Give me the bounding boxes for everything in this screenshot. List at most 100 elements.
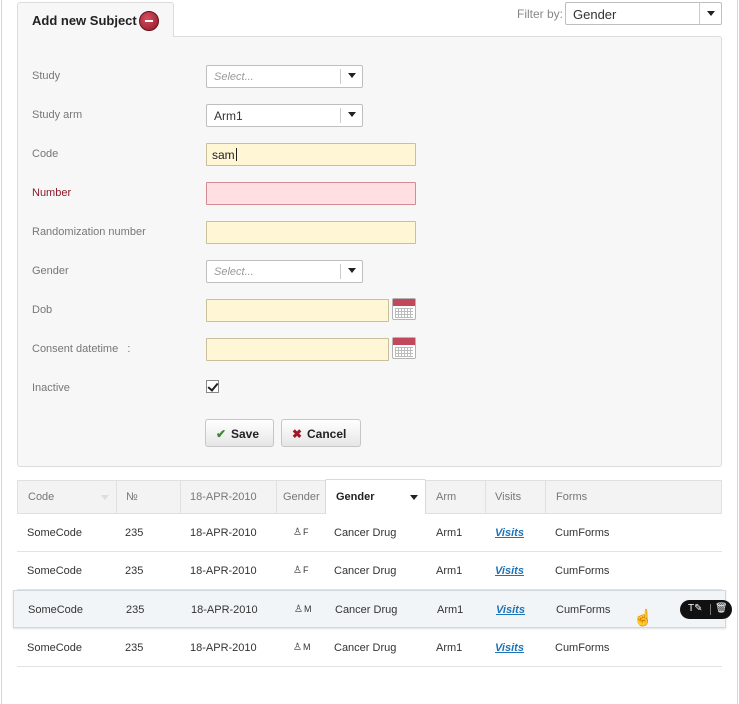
- filter-select[interactable]: Gender: [565, 2, 722, 25]
- save-button-label: Save: [231, 427, 260, 441]
- study-arm-select[interactable]: Arm1: [206, 104, 363, 127]
- divider: [710, 604, 711, 615]
- cell-arm: Arm1: [436, 527, 463, 539]
- number-label: Number: [32, 187, 72, 199]
- table-row[interactable]: SomeCode 235 18-APR-2010 ♙F Cancer Drug …: [17, 514, 722, 552]
- chevron-down-icon[interactable]: [340, 264, 362, 279]
- study-arm-value: Arm1: [214, 109, 243, 123]
- study-label: Study: [32, 70, 61, 82]
- gender-male-icon: ♙M: [294, 604, 313, 615]
- cell-code: SomeCode: [27, 642, 83, 654]
- calendar-grid: [395, 308, 413, 318]
- row-tools: T✎ 🗑: [680, 600, 732, 619]
- cell-gender: Cancer Drug: [335, 604, 398, 616]
- save-button[interactable]: ✔ Save: [205, 419, 274, 447]
- column-header-visits[interactable]: Visits: [495, 491, 521, 503]
- chevron-down-icon[interactable]: [340, 108, 362, 123]
- code-input-value: sam: [212, 148, 235, 162]
- calendar-icon[interactable]: [392, 337, 416, 359]
- visits-link[interactable]: Visits: [495, 565, 524, 577]
- column-header-arm[interactable]: Arm: [436, 491, 456, 503]
- chevron-down-icon[interactable]: [699, 3, 721, 24]
- column-header-code[interactable]: Code: [28, 491, 54, 503]
- cell-code: SomeCode: [27, 565, 83, 577]
- gender-icon-letter: F: [302, 565, 310, 575]
- column-header-gender: Gender: [336, 491, 375, 503]
- cancel-button[interactable]: ✖ Cancel: [281, 419, 361, 447]
- sort-arrow-icon[interactable]: [101, 495, 109, 500]
- trash-icon[interactable]: 🗑: [715, 603, 728, 614]
- add-subject-form-panel: [17, 36, 722, 467]
- calendar-header: [393, 299, 415, 306]
- dob-label: Dob: [32, 304, 53, 316]
- dob-input[interactable]: [206, 299, 389, 322]
- column-divider: [180, 481, 181, 513]
- tab-label: Add new Subject: [32, 13, 137, 28]
- tab-add-new-subject[interactable]: Add new Subject: [17, 2, 174, 37]
- code-label: Code: [32, 148, 59, 160]
- table-row-highlighted[interactable]: SomeCode 235 18-APR-2010 ♙M Cancer Drug …: [13, 590, 726, 628]
- randomization-number-input[interactable]: [206, 221, 416, 244]
- cell-gender: Cancer Drug: [334, 527, 397, 539]
- cell-number: 235: [125, 642, 144, 654]
- column-header-date[interactable]: 18-APR-2010: [190, 491, 257, 503]
- cell-date: 18-APR-2010: [190, 527, 257, 539]
- column-header-number[interactable]: №: [126, 491, 138, 503]
- calendar-header: [393, 338, 415, 345]
- consent-datetime-input[interactable]: [206, 338, 389, 361]
- cell-gender: Cancer Drug: [334, 565, 397, 577]
- close-icon: ✖: [292, 427, 303, 441]
- cell-arm: Arm1: [437, 604, 464, 616]
- cell-date: 18-APR-2010: [191, 604, 258, 616]
- gender-select-placeholder: Select...: [214, 266, 254, 278]
- column-divider: [545, 481, 546, 513]
- table-row[interactable]: SomeCode 235 18-APR-2010 ♙M Cancer Drug …: [17, 629, 722, 667]
- cell-forms: CumForms: [556, 604, 611, 616]
- gender-select[interactable]: Select...: [206, 260, 363, 283]
- chevron-down-icon[interactable]: [410, 495, 418, 500]
- calendar-icon[interactable]: [392, 298, 416, 320]
- column-header-gender-icon[interactable]: Gender: [283, 491, 320, 503]
- number-input[interactable]: [206, 182, 416, 205]
- column-header-gender-active[interactable]: Gender: [325, 479, 426, 514]
- table-header: Code № 18-APR-2010 Gender Gender Arm Vis…: [17, 479, 722, 514]
- cell-gender: Cancer Drug: [334, 642, 397, 654]
- cell-date: 18-APR-2010: [190, 642, 257, 654]
- study-arm-label: Study arm: [32, 109, 83, 121]
- table-row[interactable]: SomeCode 235 18-APR-2010 ♙F Cancer Drug …: [17, 552, 722, 590]
- gender-icon-letter: M: [302, 642, 312, 652]
- chevron-down-icon[interactable]: [340, 69, 362, 84]
- text-caret: [235, 148, 237, 161]
- cell-forms: CumForms: [555, 642, 610, 654]
- inactive-label: Inactive: [32, 382, 70, 394]
- column-divider: [276, 481, 277, 513]
- text-edit-icon[interactable]: T✎: [688, 603, 703, 614]
- cell-arm: Arm1: [436, 642, 463, 654]
- collapse-minus-icon[interactable]: [139, 11, 159, 31]
- column-divider: [116, 481, 117, 513]
- column-header-forms[interactable]: Forms: [556, 491, 587, 503]
- cell-date: 18-APR-2010: [190, 565, 257, 577]
- cell-code: SomeCode: [27, 527, 83, 539]
- visits-link[interactable]: Visits: [495, 642, 524, 654]
- gender-male-icon: ♙M: [293, 642, 312, 653]
- randomization-number-label: Randomization number: [32, 226, 146, 238]
- study-select[interactable]: Select...: [206, 65, 363, 88]
- cell-arm: Arm1: [436, 565, 463, 577]
- study-select-placeholder: Select...: [214, 71, 254, 83]
- gender-icon-letter: M: [303, 604, 313, 614]
- filter-label: Filter by:: [517, 7, 564, 21]
- code-input[interactable]: sam: [206, 143, 416, 166]
- cell-number: 235: [125, 527, 144, 539]
- hand-cursor-icon: ☝: [633, 610, 653, 627]
- visits-link[interactable]: Visits: [496, 604, 525, 616]
- cell-number: 235: [126, 604, 145, 616]
- filter-select-value: Gender: [573, 7, 617, 22]
- cell-code: SomeCode: [28, 604, 84, 616]
- gender-icon-letter: F: [302, 527, 310, 537]
- calendar-grid: [395, 347, 413, 357]
- visits-link[interactable]: Visits: [495, 527, 524, 539]
- inactive-checkbox[interactable]: [206, 380, 219, 393]
- consent-datetime-label: Consent datetime :: [32, 343, 131, 355]
- cell-forms: CumForms: [555, 565, 610, 577]
